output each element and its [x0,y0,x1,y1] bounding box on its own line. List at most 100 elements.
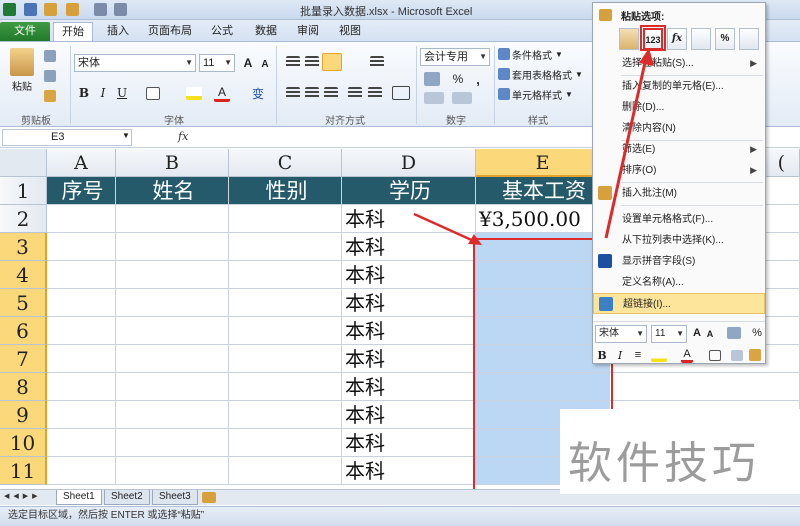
table-header-cell[interactable]: 性别 [229,177,342,205]
save-icon[interactable] [24,3,37,16]
cell-d10[interactable]: 本科 [342,429,476,457]
cell-d4[interactable]: 本科 [342,261,476,289]
select-all-corner[interactable] [0,149,47,177]
paste-formulas-icon[interactable]: fx [667,28,687,50]
cell-d5[interactable]: 本科 [342,289,476,317]
cell-b11[interactable] [116,457,229,485]
row-header[interactable]: 4 [0,261,47,289]
sheet-tab-1[interactable]: Sheet1 [56,490,102,505]
table-header-cell[interactable]: 姓名 [116,177,229,205]
cell-d11[interactable]: 本科 [342,457,476,485]
italic-icon[interactable]: I [95,84,111,102]
cell-styles-button[interactable]: 单元格样式 ▼ [512,86,588,102]
mini-font-color-icon[interactable]: A [681,347,693,363]
cell-c2[interactable] [229,205,342,233]
comma-style-button[interactable]: , [472,71,484,87]
row-header[interactable]: 9 [0,401,47,429]
table-header-cell[interactable]: 基本工资 [476,177,610,205]
paste-transpose-icon[interactable] [691,28,711,50]
align-bottom-icon[interactable] [322,53,342,71]
cut-icon[interactable] [44,50,56,62]
tab-review[interactable]: 审阅 [290,22,326,41]
table-header-cell[interactable]: 序号 [47,177,116,205]
row-header[interactable]: 10 [0,429,47,457]
cell-a10[interactable] [47,429,116,457]
cell-empty[interactable] [610,373,800,401]
align-center-icon[interactable] [305,87,319,99]
menu-item-define-name[interactable]: 定义名称(A)... [593,272,765,293]
paste-formatting-icon[interactable]: % [715,28,735,50]
copy-icon[interactable] [44,70,56,82]
cell-a7[interactable] [47,345,116,373]
cell-b2[interactable] [116,205,229,233]
borders-icon[interactable] [146,87,160,100]
mini-fill-color-icon[interactable] [651,350,667,362]
cell-c3[interactable] [229,233,342,261]
percent-style-button[interactable]: % [450,71,466,87]
row-header[interactable]: 8 [0,373,47,401]
mini-percent-button[interactable]: % [751,325,763,341]
cell-a6[interactable] [47,317,116,345]
phonetic-guide-icon[interactable]: 变 [248,84,268,102]
mini-align-center-icon[interactable]: ≡ [631,347,645,363]
align-left-icon[interactable] [286,87,300,99]
cell-a8[interactable] [47,373,116,401]
name-box[interactable]: E3 [2,129,132,146]
cell-c6[interactable] [229,317,342,345]
format-painter-icon[interactable] [44,90,56,102]
wrap-text-icon[interactable] [370,56,384,68]
tab-page-layout[interactable]: 页面布局 [142,22,198,41]
cell-b4[interactable] [116,261,229,289]
sheet-tab-3[interactable]: Sheet3 [152,490,198,505]
orientation-icon[interactable] [348,54,364,70]
cell-d7[interactable]: 本科 [342,345,476,373]
redo-icon[interactable] [66,3,79,16]
menu-item-hyperlink[interactable]: 超链接(I)... [593,293,765,314]
cell-a9[interactable] [47,401,116,429]
accounting-format-icon[interactable] [424,72,440,86]
tab-insert[interactable]: 插入 [100,22,136,41]
formula-input[interactable] [198,129,598,146]
mini-grow-font-icon[interactable]: A [691,325,703,341]
sheet-tab-2[interactable]: Sheet2 [104,490,150,505]
align-right-icon[interactable] [324,87,338,99]
underline-icon[interactable]: U [114,84,130,102]
grow-font-icon[interactable]: A [240,54,256,72]
fill-color-icon[interactable] [186,87,202,100]
row-header[interactable]: 11 [0,457,47,485]
cell-d6[interactable]: 本科 [342,317,476,345]
insert-function-icon[interactable]: fx [178,130,188,143]
cell-b7[interactable] [116,345,229,373]
row-header[interactable]: 1 [0,177,47,205]
column-header-d[interactable]: D [342,149,476,177]
mini-shrink-font-icon[interactable]: A [705,327,715,341]
column-header-c[interactable]: C [229,149,342,177]
row-header[interactable]: 2 [0,205,47,233]
cell-c9[interactable] [229,401,342,429]
mini-accounting-icon[interactable] [727,327,741,339]
cell-b6[interactable] [116,317,229,345]
cell-a4[interactable] [47,261,116,289]
mini-decimal-icon[interactable] [731,350,743,361]
shrink-font-icon[interactable]: A [258,56,272,72]
menu-item-show-phonetic[interactable]: 显示拼音字段(S) [593,251,765,272]
mini-borders-icon[interactable] [709,350,721,361]
bold-icon[interactable]: B [76,84,92,102]
number-format-combo[interactable]: 会计专用 ▼ [420,48,490,66]
chevron-down-icon[interactable]: ▼ [122,131,130,140]
column-header-a[interactable]: A [47,149,116,177]
cell-b3[interactable] [116,233,229,261]
merge-center-icon[interactable] [392,86,410,100]
font-name-combo[interactable]: 宋体 ▼ [74,54,196,72]
tab-formulas[interactable]: 公式 [204,22,240,41]
mini-font-combo[interactable]: 宋体 ▼ [595,325,647,343]
mini-italic-icon[interactable]: I [613,347,627,363]
decrease-indent-icon[interactable] [348,87,362,99]
tab-data[interactable]: 数据 [248,22,284,41]
cell-b8[interactable] [116,373,229,401]
mini-size-combo[interactable]: 11 ▼ [651,325,687,343]
font-size-combo[interactable]: 11 ▼ [199,54,235,72]
mini-format-painter-icon[interactable] [749,349,761,361]
cell-d9[interactable]: 本科 [342,401,476,429]
paste-button[interactable]: 粘贴 [6,78,38,93]
